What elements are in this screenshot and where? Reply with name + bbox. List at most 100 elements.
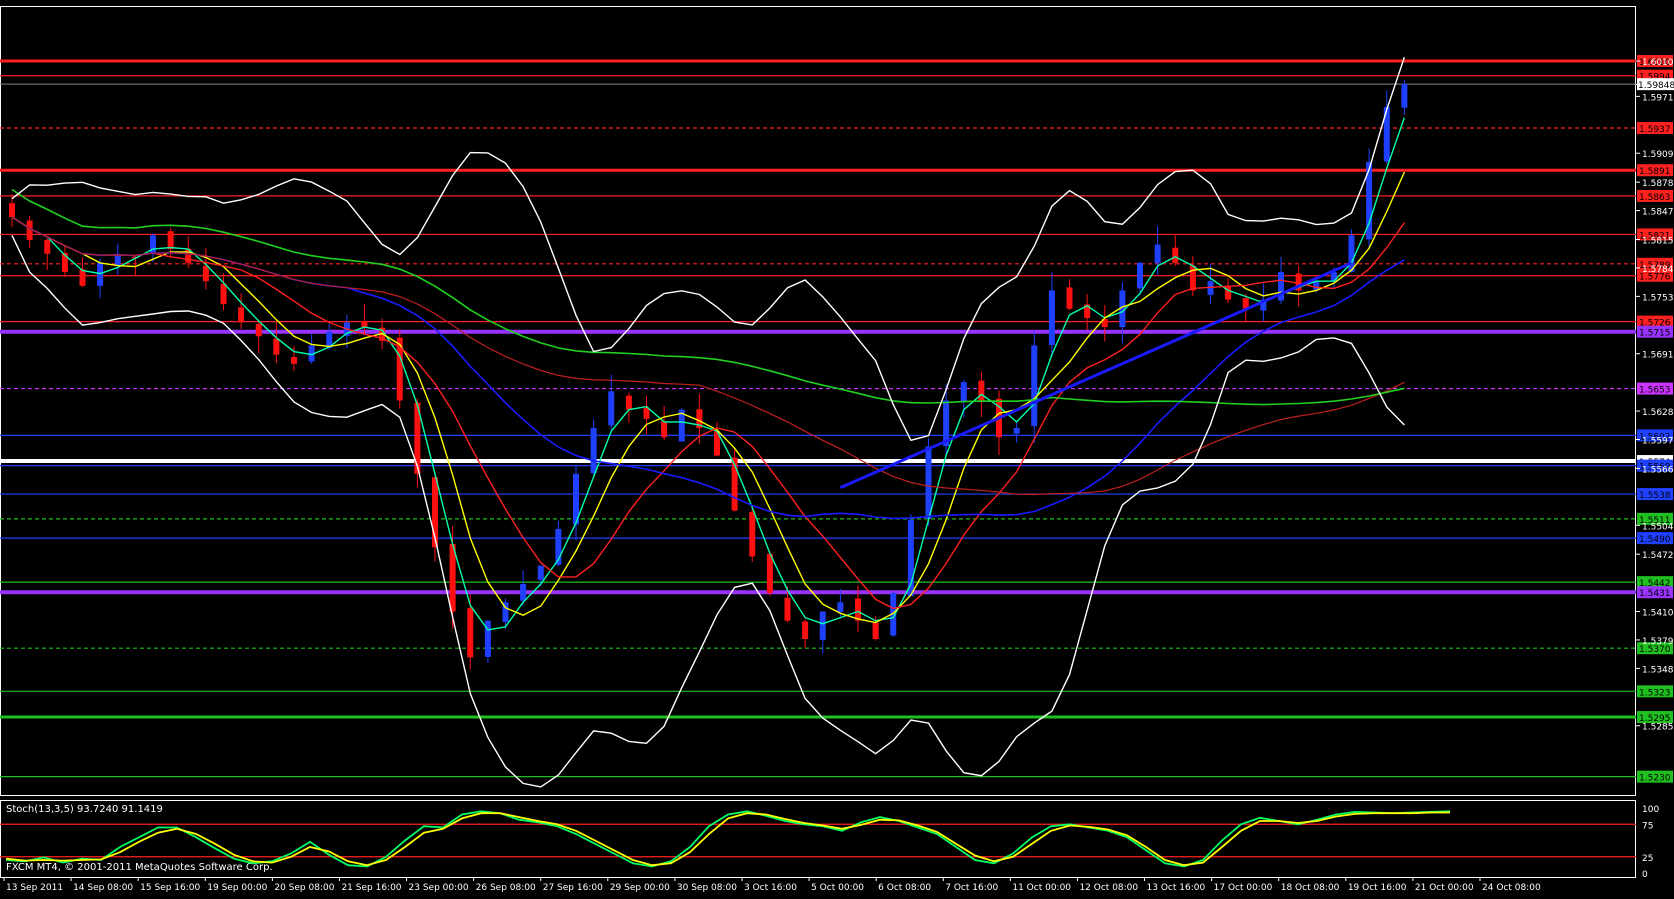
- time-tick-label: 23 Sep 00:00: [409, 883, 469, 893]
- trend-line: [839, 261, 1353, 490]
- price-tick-label: 1.53790: [1642, 637, 1674, 647]
- time-tick-label: 3 Oct 16:00: [744, 883, 797, 893]
- candle-body: [202, 265, 209, 282]
- price-tick-label: 1.54100: [1642, 609, 1674, 619]
- bollinger-upper: [11, 56, 1406, 442]
- candle-body: [220, 283, 227, 305]
- price-tick-label: 1.55040: [1642, 522, 1674, 532]
- candle-body: [925, 446, 932, 519]
- price-tick-label: 1.57535: [1642, 293, 1674, 303]
- level-tag: 1.5863: [1637, 189, 1673, 203]
- price-tick-label: 1.55975: [1642, 436, 1674, 446]
- main-pane-frame: [0, 6, 1636, 796]
- time-tick-label: 17 Oct 00:00: [1214, 883, 1273, 893]
- candle-body: [238, 307, 245, 323]
- price-tick-label: 1.56910: [1642, 351, 1674, 361]
- candle-body: [978, 380, 985, 401]
- current-price-label: 1.59848: [1638, 81, 1674, 91]
- price-tick-label: 1.55660: [1642, 465, 1674, 475]
- time-tick-label: 13 Sep 2011: [6, 883, 63, 893]
- level-tag: 1.5230: [1637, 770, 1673, 784]
- candle-body: [837, 602, 844, 612]
- level-tag: 1.5538: [1637, 488, 1673, 501]
- level-tag: 1.5431: [1637, 586, 1673, 599]
- candle-body: [167, 231, 174, 250]
- level-tag-text: 1.5230: [1639, 774, 1671, 784]
- candle-body: [361, 321, 368, 328]
- level-tag-text: 1.5490: [1639, 535, 1671, 545]
- level-tag-text: 1.5431: [1639, 589, 1671, 599]
- price-tick-label: 1.58470: [1642, 208, 1674, 218]
- time-tick-label: 27 Sep 16:00: [543, 883, 603, 893]
- bollinger-lower: [11, 235, 1405, 788]
- stoch-axis-label: 75: [1642, 821, 1653, 831]
- candle-body: [855, 598, 861, 621]
- candle-body: [97, 262, 104, 286]
- price-tick-label: 1.52855: [1642, 723, 1674, 733]
- level-tag-text: 1.5863: [1639, 193, 1671, 203]
- candle-body: [819, 611, 826, 640]
- candle-body: [802, 621, 809, 640]
- candle-body: [449, 544, 456, 612]
- level-tag-text: 1.5715: [1639, 329, 1671, 339]
- level-tag-text: 1.5937: [1639, 125, 1671, 135]
- candle-body: [872, 622, 879, 640]
- stoch-main-line: [5, 810, 1451, 868]
- candle-body: [537, 565, 544, 580]
- time-tick-label: 19 Oct 16:00: [1348, 883, 1407, 893]
- candle-body: [643, 407, 650, 419]
- time-tick-label: 19 Sep 00:00: [207, 883, 267, 893]
- price-tick-label: 1.57845: [1642, 265, 1674, 275]
- level-tag-text: 1.5891: [1639, 167, 1671, 177]
- level-tag: 1.5715: [1637, 325, 1673, 339]
- ma-mid-line: [11, 171, 1406, 624]
- ma-blue-line: [11, 216, 1405, 520]
- candle-body: [1013, 428, 1020, 434]
- candle-body: [1048, 290, 1055, 346]
- time-tick-label: 12 Oct 08:00: [1079, 883, 1138, 893]
- price-chart: 1.60101.59941.59371.58911.58631.58211.57…: [0, 6, 1674, 893]
- candle-body: [590, 428, 597, 474]
- price-tick-label: 1.59095: [1642, 150, 1674, 160]
- candle-body: [79, 269, 86, 286]
- stoch-axis-label: 0: [1642, 870, 1648, 880]
- time-tick-label: 21 Oct 00:00: [1415, 883, 1474, 893]
- candle-body: [784, 597, 791, 621]
- time-tick-label: 29 Sep 00:00: [610, 883, 670, 893]
- candle-body: [44, 239, 51, 254]
- candle-body: [608, 391, 615, 426]
- level-tag-text: 1.5538: [1639, 491, 1671, 501]
- candle-body: [625, 395, 632, 410]
- candle-body: [1066, 287, 1073, 309]
- level-tag-text: 1.5323: [1639, 688, 1671, 698]
- price-tick-label: 1.54725: [1642, 551, 1674, 561]
- time-tick-label: 30 Sep 08:00: [677, 883, 737, 893]
- candle-body: [960, 382, 967, 402]
- time-tick-label: 14 Sep 08:00: [73, 883, 133, 893]
- candle-body: [273, 338, 280, 355]
- candle-body: [749, 511, 756, 557]
- time-tick-label: 15 Sep 16:00: [140, 883, 200, 893]
- candle-body: [150, 235, 156, 254]
- forex-chart: 1.6010 1.5994 1.5937 1.5891 1.5863 1.5821 1.57…: [0, 0, 1674, 895]
- stoch-title: Stoch(13,3,5) 93.7240 91.1419: [6, 804, 163, 815]
- time-tick-label: 11 Oct 00:00: [1012, 883, 1071, 893]
- time-tick-label: 6 Oct 08:00: [878, 883, 931, 893]
- candle-body: [255, 323, 262, 337]
- price-tick-label: 1.58780: [1642, 179, 1674, 189]
- level-tag: 1.5323: [1637, 685, 1673, 698]
- candle-body: [1154, 244, 1161, 264]
- time-tick-label: 7 Oct 16:00: [945, 883, 998, 893]
- price-tick-label: 1.60100: [1642, 58, 1674, 68]
- candle-body: [291, 357, 297, 364]
- level-tag-text: 1.5653: [1639, 386, 1671, 396]
- candle-body: [520, 583, 527, 601]
- time-tick-label: 18 Oct 08:00: [1281, 883, 1340, 893]
- candle-body: [9, 203, 15, 218]
- level-tag: 1.5490: [1637, 532, 1673, 545]
- time-tick-label: 13 Oct 16:00: [1147, 883, 1206, 893]
- candle-body: [661, 421, 668, 438]
- price-tick-label: 1.56285: [1642, 408, 1674, 418]
- level-tag: 1.5653: [1637, 382, 1673, 396]
- watermark-text: FXCM MT4, © 2001-2011 MetaQuotes Softwar…: [6, 862, 273, 873]
